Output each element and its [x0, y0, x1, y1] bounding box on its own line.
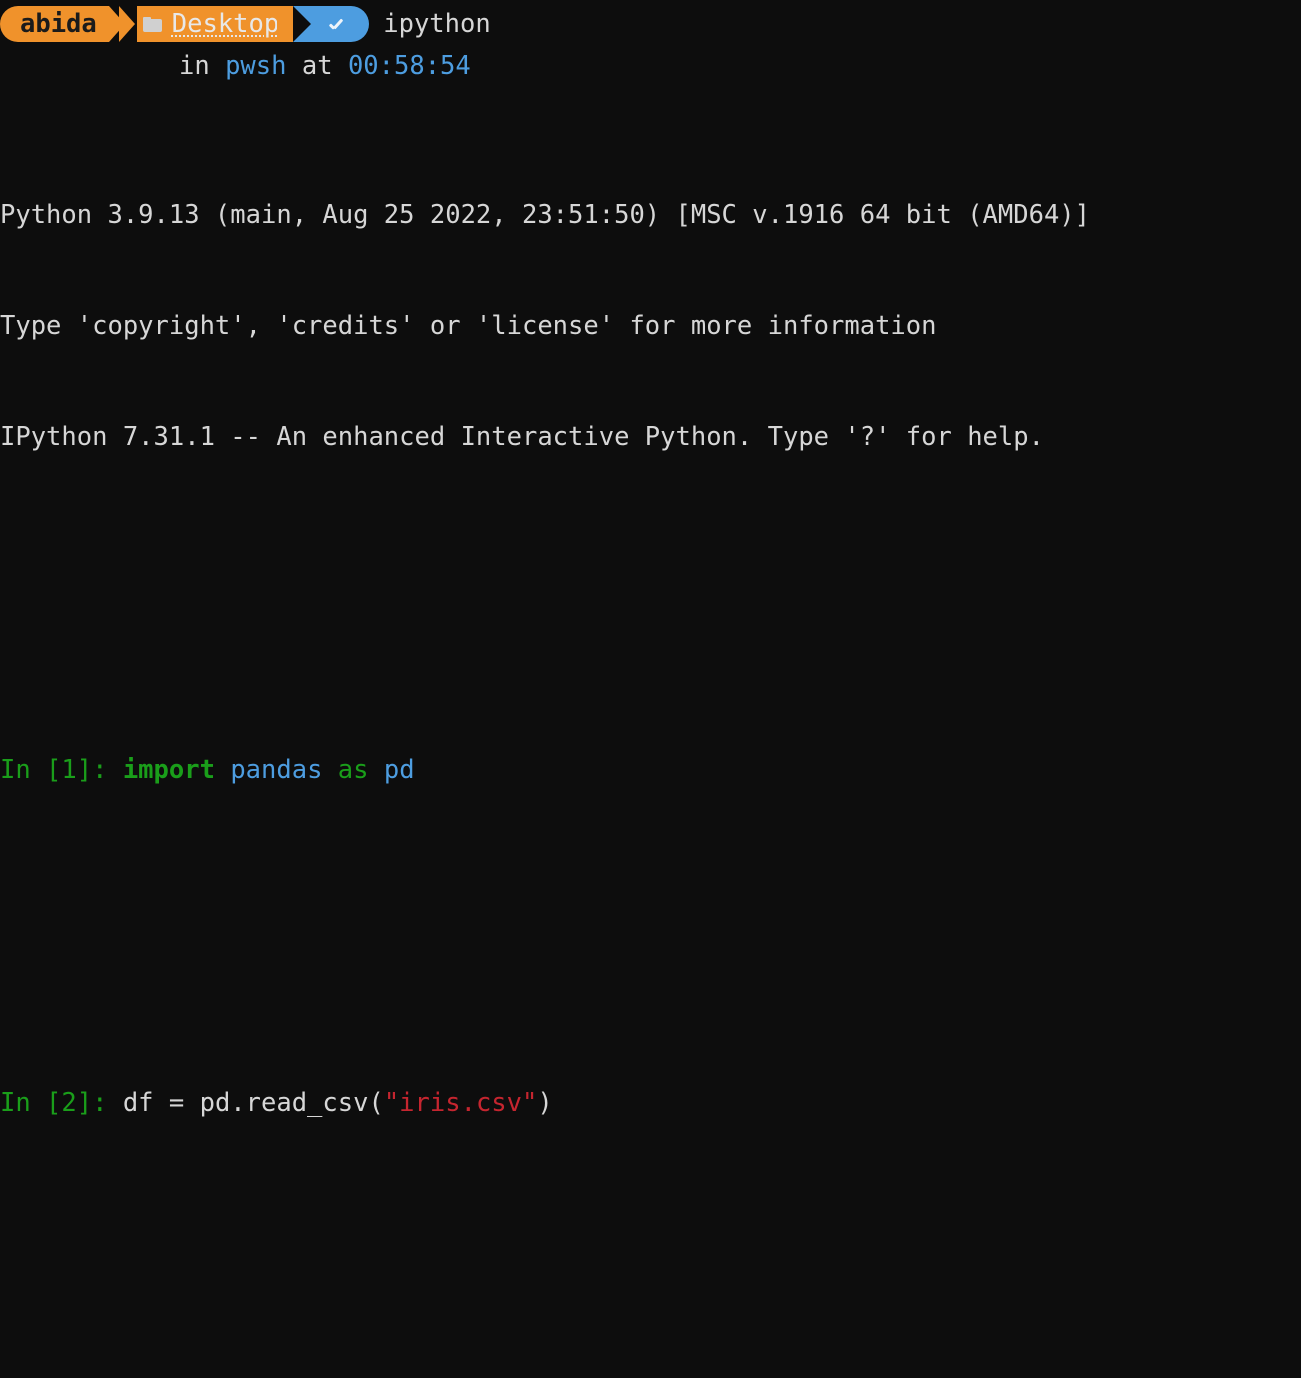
banner-line-2: Type 'copyright', 'credits' or 'license'…	[0, 311, 937, 341]
powerline-separator-2-icon	[277, 6, 322, 42]
token-pandas-module: pandas	[230, 755, 323, 785]
terminal-screen[interactable]: abida Desktop ipython in pwsh at 00:58:5…	[0, 0, 1301, 1118]
prompt-at-label: at	[301, 51, 333, 81]
prompt-in-label: in	[179, 51, 210, 81]
token-as-keyword: as	[337, 755, 369, 785]
banner-line-3: IPython 7.31.1 -- An enhanced Interactiv…	[0, 422, 1044, 452]
token-csv-filename-string: "iris.csv"	[383, 1088, 538, 1118]
banner-line-1: Python 3.9.13 (main, Aug 25 2022, 23:51:…	[0, 200, 1091, 230]
prompt-command: ipython	[383, 8, 491, 39]
token-read-csv-call: df = pd.read_csv(	[122, 1088, 384, 1118]
prompt-directory: Desktop	[171, 8, 280, 39]
prompt-directory-segment: Desktop	[136, 6, 294, 42]
terminal-output-area: Python 3.9.13 (main, Aug 25 2022, 23:51:…	[0, 86, 1090, 1378]
prompt-timestamp: 00:58:54	[347, 51, 471, 81]
prompt-shell-name: pwsh	[225, 51, 287, 81]
input-prompt-1: In [1]:	[0, 755, 108, 785]
prompt-status-segment	[321, 6, 370, 42]
powerline-prompt: abida Desktop ipython	[0, 6, 491, 42]
input-cell-1[interactable]: In [1]: import pandas as pd	[0, 752, 1090, 789]
input-cell-2[interactable]: In [2]: df = pd.read_csv("iris.csv")	[0, 1085, 1090, 1122]
prompt-username: abida	[20, 8, 97, 39]
check-icon	[327, 14, 347, 34]
token-close-paren: )	[537, 1088, 553, 1118]
powerline-separator-1-icon	[108, 6, 137, 42]
prompt-context-line: in pwsh at 00:58:54	[0, 48, 471, 85]
token-pd-alias: pd	[383, 755, 415, 785]
input-prompt-2: In [2]:	[0, 1088, 108, 1118]
prompt-user-segment: abida	[0, 6, 109, 42]
folder-icon	[142, 16, 162, 32]
token-import-keyword: import	[122, 755, 215, 785]
